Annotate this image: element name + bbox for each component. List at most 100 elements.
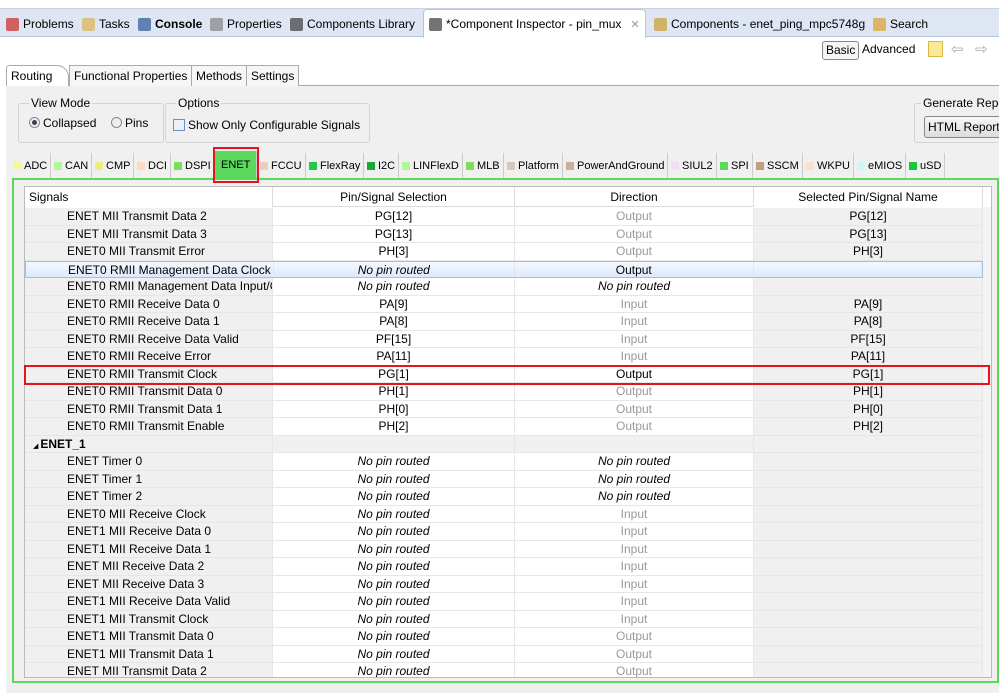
pin-selection-cell[interactable]: No pin routed	[273, 575, 515, 592]
direction-cell[interactable]: Input	[515, 295, 754, 312]
pin-selection-cell[interactable]: No pin routed	[273, 540, 515, 557]
header-selected-name[interactable]: Selected Pin/Signal Name	[754, 187, 983, 207]
header-pin-selection[interactable]: Pin/Signal Selection	[273, 187, 515, 207]
peripheral-tab-i2c[interactable]: I2C	[364, 153, 400, 179]
show-configurable-checkbox[interactable]: Show Only Configurable Signals	[173, 118, 360, 132]
table-row[interactable]: ENET Timer 2 No pin routed No pin routed	[25, 488, 983, 506]
header-signals[interactable]: Signals	[25, 187, 273, 207]
table-row[interactable]: ENET MII Transmit Data 3 PG[13] Output PG[1…	[25, 225, 983, 243]
close-tab-icon[interactable]: ✕	[630, 18, 639, 31]
peripheral-tab-sscm[interactable]: SSCM	[753, 153, 803, 179]
direction-cell[interactable]: Input	[515, 330, 754, 347]
direction-cell[interactable]: Input	[515, 610, 754, 627]
pin-selection-cell[interactable]: No pin routed	[273, 610, 515, 627]
direction-cell[interactable]: Input	[515, 558, 754, 575]
tab-routing[interactable]: Routing	[6, 65, 70, 87]
table-row[interactable]: ENET1 MII Transmit Data 1 No pin routed Ou…	[25, 645, 983, 663]
view-tab-search[interactable]: Search	[873, 15, 928, 33]
table-row[interactable]: ENET MII Receive Data 3 No pin routed Inpu…	[25, 575, 983, 593]
table-row[interactable]: ENET1 MII Receive Data 1 No pin routed Inp…	[25, 540, 983, 558]
table-group-row[interactable]: ◢ ENET_1	[25, 435, 983, 453]
forward-arrow-icon[interactable]: ⇨	[975, 40, 988, 58]
pins-radio[interactable]: Pins	[111, 116, 148, 130]
table-row[interactable]: ENET1 MII Receive Data 0 No pin routed Inp…	[25, 523, 983, 541]
direction-cell[interactable]: Input	[515, 348, 754, 365]
table-row[interactable]: ENET0 RMII Transmit Data 0 PH[1] Output PH[…	[25, 383, 983, 401]
view-tab-components-enet-ping-mpc5748g[interactable]: Components - enet_ping_mpc5748g	[654, 15, 865, 33]
table-row[interactable]: ENET0 RMII Transmit Clock PG[1] Output PG[1…	[25, 365, 983, 383]
table-row[interactable]: ENET0 RMII Receive Data Valid PF[15] Input…	[25, 330, 983, 348]
table-row[interactable]: ENET0 RMII Receive Data 1 PA[8] Input PA[8]	[25, 313, 983, 331]
direction-cell[interactable]: Output	[515, 418, 754, 435]
view-tab-problems[interactable]: Problems	[6, 15, 74, 33]
peripheral-tab-dspi[interactable]: DSPI	[171, 153, 215, 179]
pin-selection-cell[interactable]: No pin routed	[273, 470, 515, 487]
tab-functional-properties[interactable]: Functional Properties	[69, 65, 193, 86]
peripheral-tab-fccu[interactable]: FCCU	[257, 153, 306, 179]
direction-cell[interactable]: Input	[515, 523, 754, 540]
note-icon[interactable]	[928, 41, 943, 57]
table-row[interactable]: ENET0 RMII Receive Data 0 PA[9] Input PA[9]	[25, 295, 983, 313]
advanced-mode-button[interactable]: Advanced	[862, 42, 915, 56]
table-row[interactable]: ENET0 MII Receive Clock No pin routed Inpu…	[25, 505, 983, 523]
direction-cell[interactable]: No pin routed	[515, 488, 754, 505]
direction-cell[interactable]: Output	[515, 261, 754, 277]
peripheral-tab-wkpu[interactable]: WKPU	[803, 153, 854, 179]
direction-cell[interactable]: Input	[515, 505, 754, 522]
peripheral-tab-emios[interactable]: eMIOS	[854, 153, 907, 179]
pin-selection-cell[interactable]: PF[15]	[273, 330, 515, 347]
pin-selection-cell[interactable]: No pin routed	[273, 628, 515, 645]
peripheral-tab-platform[interactable]: Platform	[504, 153, 563, 179]
direction-cell[interactable]: Output	[515, 628, 754, 645]
peripheral-tab-usd[interactable]: uSD	[906, 153, 946, 179]
table-row[interactable]: ENET0 MII Transmit Error PH[3] Output PH[3]	[25, 243, 983, 261]
pin-selection-cell[interactable]: PH[3]	[273, 243, 515, 260]
table-row[interactable]: ENET Timer 1 No pin routed No pin routed	[25, 470, 983, 488]
table-row[interactable]: ENET0 RMII Transmit Data 1 PH[0] Output PH[…	[25, 400, 983, 418]
pin-selection-cell[interactable]: PA[9]	[273, 295, 515, 312]
pin-selection-cell[interactable]: No pin routed	[273, 505, 515, 522]
table-row[interactable]: ENET1 MII Receive Data Valid No pin route…	[25, 593, 983, 611]
pin-selection-cell[interactable]: No pin routed	[273, 558, 515, 575]
table-row[interactable]: ENET0 RMII Management Data Input/O No pin…	[25, 278, 983, 296]
basic-mode-button[interactable]: Basic	[822, 41, 860, 60]
peripheral-tab-siul2[interactable]: SIUL2	[668, 153, 717, 179]
table-row[interactable]: ENET0 RMII Management Data Clock No pin r…	[25, 260, 983, 278]
direction-cell[interactable]: Output	[515, 663, 754, 677]
direction-cell[interactable]: Output	[515, 225, 754, 242]
view-tab-properties[interactable]: Properties	[210, 15, 282, 33]
direction-cell[interactable]: Input	[515, 313, 754, 330]
peripheral-tab-flexray[interactable]: FlexRay	[306, 153, 365, 179]
direction-cell[interactable]: Input	[515, 540, 754, 557]
direction-cell[interactable]: No pin routed	[515, 470, 754, 487]
view-tab-components-library[interactable]: Components Library	[290, 15, 415, 33]
direction-cell[interactable]: Output	[515, 365, 754, 382]
pin-selection-cell[interactable]: No pin routed	[273, 523, 515, 540]
peripheral-tab-enet[interactable]: ENET	[215, 151, 258, 179]
table-row[interactable]: ENET Timer 0 No pin routed No pin routed	[25, 453, 983, 471]
peripheral-tab-spi[interactable]: SPI	[717, 153, 753, 179]
pin-selection-cell[interactable]: PG[13]	[273, 225, 515, 242]
peripheral-tab-adc[interactable]: ADC	[10, 153, 52, 179]
view-tab--component-inspector-pin-mux[interactable]: *Component Inspector - pin_mux ✕	[423, 9, 646, 38]
table-row[interactable]: ENET0 RMII Receive Error PA[11] Input PA[11…	[25, 348, 983, 366]
direction-cell[interactable]: Output	[515, 400, 754, 417]
direction-cell[interactable]: Output	[515, 243, 754, 260]
table-row[interactable]: ENET1 MII Transmit Clock No pin routed Inp…	[25, 610, 983, 628]
back-arrow-icon[interactable]: ⇦	[951, 40, 964, 58]
pin-selection-cell[interactable]: No pin routed	[274, 261, 516, 277]
pin-selection-cell[interactable]: PH[2]	[273, 418, 515, 435]
direction-cell[interactable]: Input	[515, 593, 754, 610]
view-tab-console[interactable]: Console	[138, 15, 202, 33]
pin-selection-cell[interactable]: No pin routed	[273, 453, 515, 470]
html-report-button[interactable]: HTML Report	[924, 116, 999, 138]
direction-cell[interactable]: Output	[515, 645, 754, 662]
table-row[interactable]: ENET MII Receive Data 2 No pin routed Inpu…	[25, 558, 983, 576]
pin-selection-cell[interactable]: PG[12]	[273, 208, 515, 225]
view-tab-tasks[interactable]: Tasks	[82, 15, 130, 33]
pin-selection-cell[interactable]: No pin routed	[273, 663, 515, 677]
peripheral-tab-mlb[interactable]: MLB	[463, 153, 504, 179]
pin-selection-cell[interactable]: No pin routed	[273, 488, 515, 505]
tab-settings[interactable]: Settings	[246, 65, 300, 86]
direction-cell[interactable]: Output	[515, 383, 754, 400]
